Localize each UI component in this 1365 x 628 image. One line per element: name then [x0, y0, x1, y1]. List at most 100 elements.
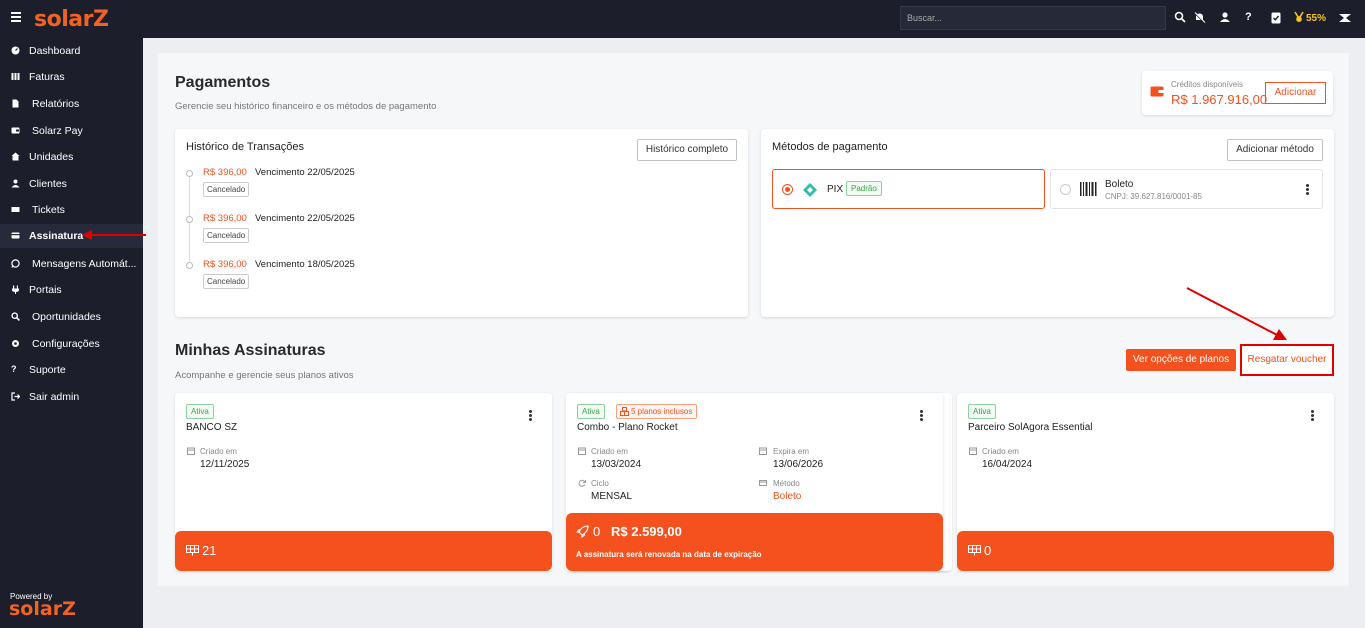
transaction-due-date: Vencimento 22/05/2025	[255, 167, 355, 178]
timeline-line	[189, 177, 190, 269]
footer-price: R$ 2.599,00	[611, 524, 682, 539]
add-credits-button[interactable]: Adicionar	[1265, 82, 1326, 104]
annotation-arrow-left	[82, 230, 146, 240]
subscription-name: BANCO SZ	[186, 422, 238, 433]
medal-icon[interactable]	[1293, 11, 1307, 25]
dashboard-icon	[11, 46, 20, 55]
created-label: Criado em	[200, 447, 237, 456]
transaction-amount: R$ 396,00	[203, 167, 247, 178]
method-label: Método	[773, 479, 800, 488]
sidebar-item-label: Unidades	[29, 151, 74, 163]
status-badge: Ativa	[577, 404, 605, 419]
method-detail: CNPJ: 39.627.816/0001-85	[1105, 192, 1202, 201]
status-badge: Cancelado	[203, 228, 250, 243]
menu-icon[interactable]	[11, 12, 21, 24]
sidebar-item-label: Faturas	[29, 71, 65, 83]
sidebar-item-label: Portais	[29, 284, 62, 296]
search-icon	[11, 312, 20, 321]
view-plans-button[interactable]: Ver opções de planos	[1126, 349, 1236, 371]
sidebar-item-label: Oportunidades	[32, 311, 101, 323]
subscription-footer: 21	[175, 531, 552, 571]
more-options-icon[interactable]	[1311, 410, 1314, 421]
card-icon	[759, 480, 767, 486]
payment-method-pix[interactable]: PIX Padrão	[772, 169, 1045, 209]
radio-selected[interactable]	[782, 184, 793, 195]
sidebar-item-solarz-pay[interactable]: Solarz Pay	[0, 119, 143, 143]
sidebar-item-label: Assinatura	[29, 230, 84, 242]
sidebar-item-label: Suporte	[29, 364, 66, 376]
sidebar-item-tickets[interactable]: Tickets	[0, 198, 143, 222]
full-history-button[interactable]: Histórico completo	[637, 139, 737, 161]
home-icon	[11, 152, 20, 161]
calendar-icon	[578, 447, 586, 455]
footer-count: 0	[984, 543, 992, 558]
cycle-value: MENSAL	[591, 491, 633, 502]
top-bar: solarZ Buscar... ? 55%	[0, 0, 1365, 38]
more-options-icon[interactable]	[529, 410, 532, 421]
clipboard-check-icon[interactable]	[1270, 11, 1284, 25]
method-name: PIX	[827, 184, 844, 195]
brand-logo[interactable]: solarZ	[34, 7, 109, 32]
solar-panel-icon	[968, 545, 981, 556]
status-badge: Cancelado	[203, 274, 250, 289]
search-input[interactable]: Buscar...	[900, 6, 1166, 30]
cycle-label: Ciclo	[591, 479, 609, 488]
gear-icon	[12, 340, 19, 347]
timeline-dot	[186, 216, 193, 223]
sidebar-item-oportunidades[interactable]: Oportunidades	[0, 305, 143, 329]
transaction-due-date: Vencimento 22/05/2025	[255, 213, 355, 224]
redeem-voucher-button[interactable]: Resgatar voucher	[1245, 349, 1329, 371]
credits-label: Créditos disponíveis	[1171, 80, 1244, 89]
credits-value: R$ 1.967.916,00	[1171, 92, 1268, 107]
calendar-icon	[187, 447, 195, 455]
card-icon	[11, 232, 20, 239]
sidebar-item-label: Solarz Pay	[32, 125, 83, 137]
transaction-due-date: Vencimento 18/05/2025	[255, 259, 355, 270]
sidebar-item-sair-admin[interactable]: Sair admin	[0, 385, 143, 409]
user-badge-icon[interactable]	[1219, 11, 1233, 25]
sidebar-item-dashboard[interactable]: Dashboard	[0, 39, 143, 63]
help-icon[interactable]: ?	[1245, 11, 1259, 25]
annotation-arrow-diagonal	[1186, 287, 1287, 340]
more-options-icon[interactable]	[1306, 184, 1309, 195]
wallet-icon	[11, 127, 20, 134]
notifications-off-icon[interactable]	[1193, 11, 1207, 25]
account-avatar-icon[interactable]	[1337, 11, 1355, 25]
expires-label: Expira em	[773, 447, 810, 456]
logout-icon	[11, 392, 20, 401]
sidebar-item-suporte[interactable]: ? Suporte	[0, 358, 143, 382]
sidebar: Dashboard Faturas Relatórios Solarz Pay …	[0, 38, 143, 628]
sidebar-item-mensagens[interactable]: Mensagens Automát...	[0, 252, 143, 276]
sidebar-item-configuracoes[interactable]: Configurações	[0, 332, 143, 356]
payment-method-boleto[interactable]: Boleto CNPJ: 39.627.816/0001-85	[1050, 169, 1323, 209]
calendar-icon	[759, 447, 767, 455]
sidebar-item-relatorios[interactable]: Relatórios	[0, 92, 143, 116]
question-icon: ?	[11, 364, 17, 374]
timeline-dot	[186, 170, 193, 177]
created-date: 12/11/2025	[200, 459, 250, 470]
sidebar-item-portais[interactable]: Portais	[0, 278, 143, 302]
page-subtitle: Gerencie seu histórico financeiro e os m…	[175, 101, 437, 112]
calendar-icon	[969, 447, 977, 455]
rocket-icon	[576, 525, 589, 538]
created-label: Criado em	[982, 447, 1019, 456]
history-title: Histórico de Transações	[186, 141, 304, 153]
ticket-icon	[11, 207, 20, 212]
sidebar-item-faturas[interactable]: Faturas	[0, 65, 143, 89]
search-icon[interactable]	[1174, 11, 1188, 25]
add-method-button[interactable]: Adicionar método	[1227, 139, 1323, 161]
pix-icon	[803, 183, 817, 197]
footer-note: A assinatura será renovada na data de ex…	[576, 550, 762, 559]
user-icon	[11, 179, 20, 188]
plans-included-text: 5 planos inclusos	[631, 407, 693, 416]
radio-unselected[interactable]	[1060, 184, 1071, 195]
created-date: 13/03/2024	[591, 459, 642, 470]
more-options-icon[interactable]	[920, 410, 923, 421]
boxes-icon	[620, 407, 629, 416]
subscriptions-subtitle: Acompanhe e gerencie seus planos ativos	[175, 370, 354, 381]
sidebar-item-label: Tickets	[32, 204, 65, 216]
sidebar-item-label: Sair admin	[29, 391, 80, 403]
sidebar-item-label: Dashboard	[29, 45, 81, 57]
sidebar-item-clientes[interactable]: Clientes	[0, 172, 143, 196]
sidebar-item-unidades[interactable]: Unidades	[0, 145, 143, 169]
